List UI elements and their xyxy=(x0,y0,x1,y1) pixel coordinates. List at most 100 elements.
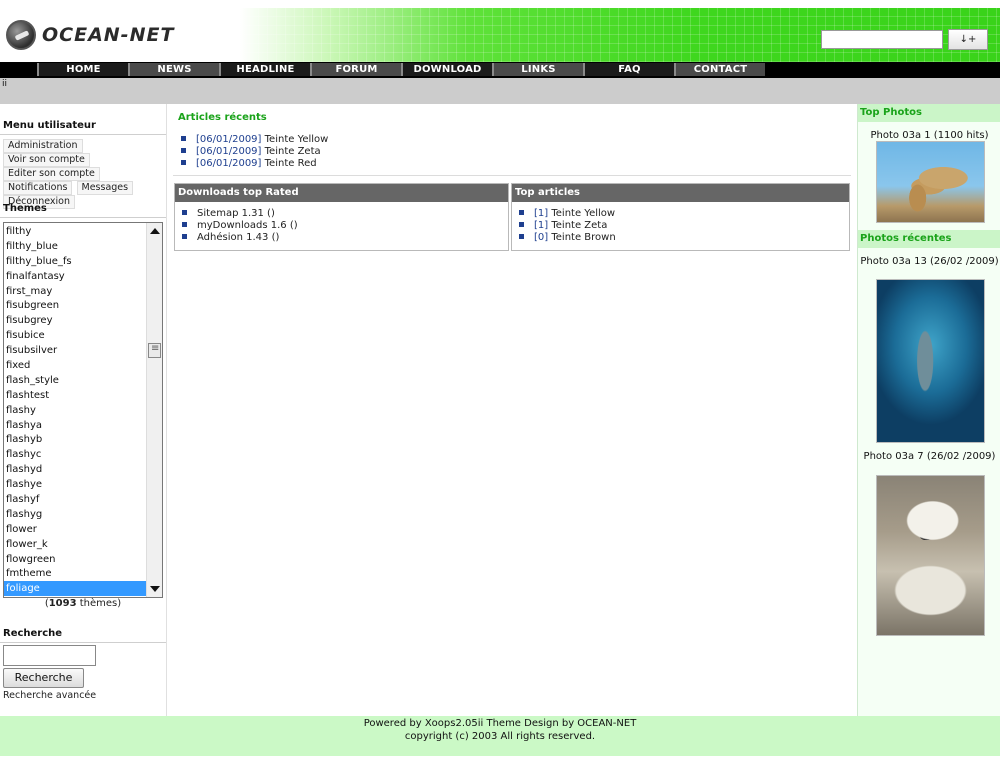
user-link-view-account[interactable]: Voir son compte xyxy=(3,153,90,167)
theme-option[interactable]: flashyc xyxy=(4,447,147,462)
bullet-icon xyxy=(182,233,187,239)
article-count: [1] xyxy=(534,220,549,231)
theme-option[interactable]: flashye xyxy=(4,477,147,492)
theme-option[interactable]: flower xyxy=(4,522,147,537)
theme-option[interactable]: flash_style xyxy=(4,373,147,388)
divider xyxy=(173,175,851,176)
recent-articles-title: Articles récents xyxy=(178,112,267,123)
theme-option[interactable]: flashy xyxy=(4,403,147,418)
right-column: Top Photos Photo 03a 1 (1100 hits) Photo… xyxy=(857,104,1000,716)
theme-option[interactable]: flashya xyxy=(4,418,147,433)
list-item[interactable]: [06/01/2009] Teinte Red xyxy=(181,158,328,170)
article-count: [0] xyxy=(534,232,549,243)
article-title[interactable]: Teinte Yellow xyxy=(265,134,329,145)
recent-photo-caption[interactable]: Photo 03a 7 (26/02 /2009) xyxy=(858,450,1000,463)
nav-item-download[interactable]: DOWNLOAD xyxy=(401,63,492,76)
camel-photo[interactable] xyxy=(876,141,985,223)
header-search-input[interactable] xyxy=(821,30,943,49)
themes-block: Themes xyxy=(0,203,166,220)
nav-item-faq[interactable]: FAQ xyxy=(583,63,674,76)
scroll-down-arrow-icon[interactable] xyxy=(150,586,160,592)
download-title[interactable]: Sitemap 1.31 () xyxy=(197,208,275,219)
article-date: [06/01/2009] xyxy=(196,134,262,145)
nav-item-news[interactable]: NEWS xyxy=(128,63,219,76)
theme-list-scrollbar[interactable] xyxy=(146,223,162,597)
theme-option[interactable]: fixed xyxy=(4,358,147,373)
theme-option[interactable]: filthy xyxy=(4,224,147,239)
search-title: Recherche xyxy=(3,628,63,639)
bullet-icon xyxy=(519,221,524,227)
logo-emblem-icon xyxy=(6,20,36,50)
theme-option[interactable]: flashyf xyxy=(4,492,147,507)
theme-option[interactable]: filthy_blue_fs xyxy=(4,254,147,269)
scrollbar-thumb[interactable] xyxy=(148,343,161,358)
site-header: OCEAN-NET ↓+ xyxy=(0,0,1000,62)
search-button[interactable]: Recherche xyxy=(3,668,84,688)
nav-item-contact[interactable]: CONTACT xyxy=(674,63,765,76)
user-link-messages[interactable]: Messages xyxy=(76,181,134,195)
list-item[interactable]: myDownloads 1.6 () xyxy=(182,220,508,232)
nav-item-headline[interactable]: HEADLINE xyxy=(219,63,310,76)
article-title[interactable]: Teinte Zeta xyxy=(265,146,321,157)
theme-option[interactable]: fisubgreen xyxy=(4,298,147,313)
site-logo[interactable]: OCEAN-NET xyxy=(6,18,174,52)
list-item[interactable]: [0] Teinte Brown xyxy=(519,232,849,244)
user-link-administration[interactable]: Administration xyxy=(3,139,83,153)
divider xyxy=(0,217,166,218)
theme-option[interactable]: fisubgrey xyxy=(4,313,147,328)
article-title[interactable]: Teinte Zeta xyxy=(551,220,607,231)
theme-option[interactable]: flashtest xyxy=(4,388,147,403)
scroll-up-arrow-icon[interactable] xyxy=(150,228,160,234)
theme-items: filthy filthy_blue filthy_blue_fs finalfant… xyxy=(4,224,147,597)
dolphin-photo[interactable] xyxy=(876,279,985,443)
polar-bear-photo[interactable] xyxy=(876,475,985,636)
header-search-button[interactable]: ↓+ xyxy=(948,29,988,50)
download-title[interactable]: Adhésion 1.43 () xyxy=(197,232,279,243)
sub-bar-text: ii xyxy=(2,79,8,89)
nav-item-links[interactable]: LINKS xyxy=(492,63,583,76)
search-input[interactable] xyxy=(3,645,96,666)
header-decoration xyxy=(470,10,630,50)
search-block: Recherche xyxy=(0,628,166,645)
article-title[interactable]: Teinte Yellow xyxy=(551,208,615,219)
article-title[interactable]: Teinte Red xyxy=(265,158,317,169)
user-link-notifications[interactable]: Notifications xyxy=(3,181,73,195)
theme-option[interactable]: foliage xyxy=(4,581,147,597)
bullet-icon xyxy=(182,209,187,215)
downloads-top-rated-title: Downloads top Rated xyxy=(175,184,508,202)
nav-item-forum[interactable]: FORUM xyxy=(310,63,401,76)
theme-option[interactable]: fmtheme xyxy=(4,566,147,581)
download-title[interactable]: myDownloads 1.6 () xyxy=(197,220,298,231)
article-count: [1] xyxy=(534,208,549,219)
article-date: [06/01/2009] xyxy=(196,158,262,169)
user-menu-links: Administration Voir son compte Editer so… xyxy=(0,137,166,209)
theme-option[interactable]: flashyb xyxy=(4,432,147,447)
theme-option[interactable]: flashyd xyxy=(4,462,147,477)
theme-option[interactable]: filthy_blue xyxy=(4,239,147,254)
user-link-edit-account[interactable]: Editer son compte xyxy=(3,167,100,181)
list-item[interactable]: [06/01/2009] Teinte Yellow xyxy=(181,134,328,146)
theme-select-list[interactable]: filthy filthy_blue filthy_blue_fs finalfant… xyxy=(3,222,163,598)
recent-photo-caption[interactable]: Photo 03a 13 (26/02 /2009) xyxy=(858,255,1000,268)
theme-option[interactable]: fisubsilver xyxy=(4,343,147,358)
theme-option[interactable]: flashyg xyxy=(4,507,147,522)
footer-copyright: copyright (c) 2003 All rights reserved. xyxy=(404,731,596,742)
bullet-icon xyxy=(182,221,187,227)
list-item[interactable]: [06/01/2009] Teinte Zeta xyxy=(181,146,328,158)
article-title[interactable]: Teinte Brown xyxy=(551,232,615,243)
list-item[interactable]: Sitemap 1.31 () xyxy=(182,208,508,220)
divider xyxy=(0,134,166,135)
theme-option[interactable]: fisubice xyxy=(4,328,147,343)
theme-option[interactable]: first_may xyxy=(4,284,147,299)
list-item[interactable]: [1] Teinte Yellow xyxy=(519,208,849,220)
list-item[interactable]: [1] Teinte Zeta xyxy=(519,220,849,232)
theme-option[interactable]: flowgreen xyxy=(4,552,147,567)
advanced-search-link[interactable]: Recherche avancée xyxy=(3,690,96,701)
recent-photos-title: Photos récentes xyxy=(858,230,1000,248)
theme-option[interactable]: finalfantasy xyxy=(4,269,147,284)
list-item[interactable]: Adhésion 1.43 () xyxy=(182,232,508,244)
nav-item-home[interactable]: HOME xyxy=(37,63,128,76)
theme-option[interactable]: flower_k xyxy=(4,537,147,552)
bullet-icon xyxy=(181,147,186,153)
left-column: Menu utilisateur Administration Voir son… xyxy=(0,104,167,716)
